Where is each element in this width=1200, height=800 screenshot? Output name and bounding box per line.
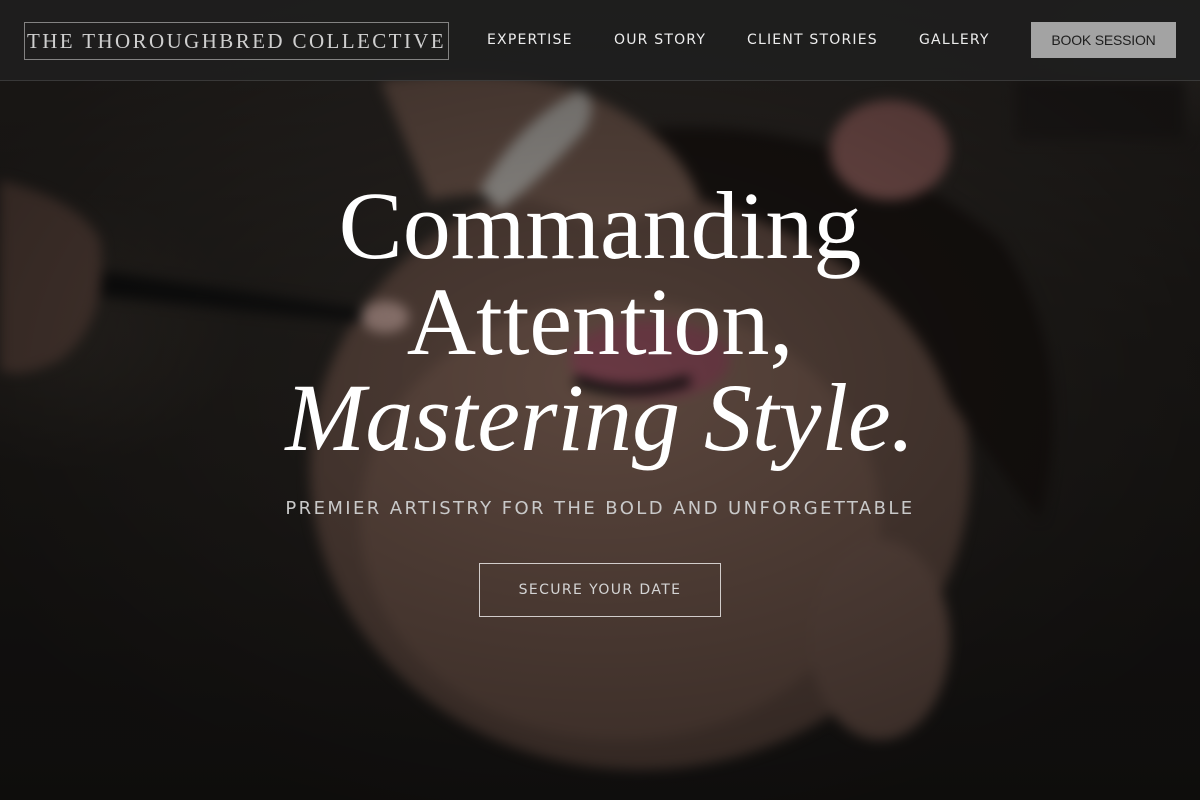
hero-subtitle: PREMIER ARTISTRY FOR THE BOLD AND UNFORG… [285, 498, 915, 519]
hero-headline: Commanding Attention, Mastering Style. [0, 178, 1200, 466]
headline-line-1: Commanding [338, 172, 862, 279]
secure-date-button[interactable]: SECURE YOUR DATE [479, 563, 721, 617]
site-logo[interactable]: THE THOROUGHBRED COLLECTIVE [24, 22, 449, 60]
book-session-button[interactable]: BOOK SESSION [1031, 22, 1176, 58]
nav-link-client-stories[interactable]: CLIENT STORIES [747, 30, 878, 50]
headline-line-2: Attention, [406, 268, 794, 375]
nav-link-our-story[interactable]: OUR STORY [614, 30, 706, 50]
nav-link-expertise[interactable]: EXPERTISE [487, 30, 573, 50]
headline-line-3: Mastering Style. [285, 364, 915, 471]
nav-link-gallery[interactable]: GALLERY [919, 30, 990, 50]
site-header: THE THOROUGHBRED COLLECTIVE EXPERTISE OU… [0, 0, 1200, 81]
